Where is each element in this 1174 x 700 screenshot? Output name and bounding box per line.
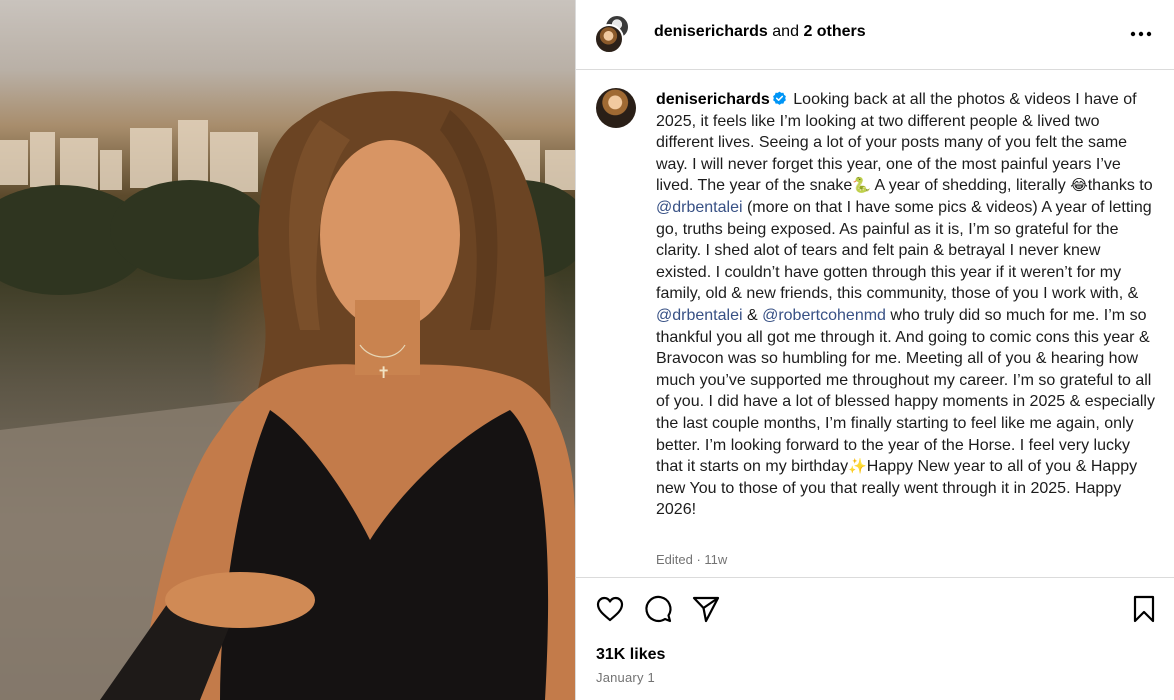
laughing-emoji: 😂 — [1070, 176, 1088, 195]
mention-link[interactable]: @robertcohenmd — [762, 307, 886, 324]
mention-link[interactable]: @drbentalei — [656, 307, 743, 324]
more-options-button[interactable] — [1127, 22, 1155, 46]
post-details-panel: deniserichards and 2 others deniserichar… — [575, 0, 1174, 700]
and-label: and — [772, 23, 799, 40]
caption-part: who truly did so much for me. I’m so tha… — [656, 306, 1155, 476]
caption-section: deniserichards Looking back at all the p… — [576, 71, 1174, 578]
send-icon — [692, 596, 720, 623]
avatar[interactable] — [596, 88, 636, 128]
heart-icon — [596, 596, 624, 622]
caption-part: A year of shedding, literally — [870, 177, 1071, 195]
edited-timestamp[interactable]: Edited · 11w — [656, 552, 727, 567]
svg-text:✝: ✝ — [377, 363, 390, 382]
comment-button[interactable] — [642, 593, 674, 625]
likes-count[interactable]: 31K likes — [596, 646, 665, 664]
like-button[interactable] — [594, 593, 626, 625]
post-author-line: deniserichards and 2 others — [654, 23, 866, 41]
collab-avatars[interactable] — [594, 14, 636, 56]
caption-part: thanks to — [1087, 177, 1153, 195]
caption-text: deniserichards Looking back at all the p… — [656, 89, 1156, 521]
snake-emoji: 🐍 — [852, 176, 871, 195]
caption-part: & — [742, 306, 763, 324]
save-button[interactable] — [1128, 593, 1160, 625]
comment-icon — [645, 595, 672, 623]
verified-badge-icon — [772, 91, 786, 105]
author-username[interactable]: deniserichards — [654, 23, 768, 40]
action-bar — [576, 579, 1174, 639]
caption-username[interactable]: deniserichards — [656, 91, 770, 108]
post-date[interactable]: January 1 — [596, 670, 655, 685]
bookmark-icon — [1133, 595, 1155, 623]
others-link[interactable]: 2 others — [803, 23, 865, 40]
post-photo[interactable]: ✝ — [0, 0, 575, 700]
share-button[interactable] — [690, 593, 722, 625]
post-header: deniserichards and 2 others — [576, 0, 1174, 70]
sparkles-emoji: ✨ — [848, 457, 867, 476]
avatar[interactable] — [594, 24, 624, 54]
more-options-icon — [1130, 31, 1152, 37]
mention-link[interactable]: @drbentalei — [656, 199, 743, 216]
post-photo-illustration: ✝ — [0, 91, 575, 700]
